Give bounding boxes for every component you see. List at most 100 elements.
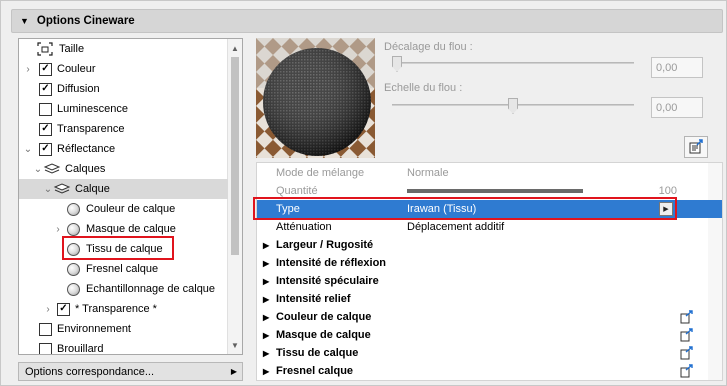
transparence-layer-checkbox[interactable]: ✓ bbox=[57, 302, 70, 316]
tree-item-brouillard[interactable]: Brouillard bbox=[19, 339, 228, 354]
chevron-down-icon[interactable]: ⌄ bbox=[33, 164, 43, 175]
tree-item-transparence[interactable]: ✓ Transparence bbox=[19, 119, 228, 139]
section-intensite-reflexion[interactable]: ▶ Intensité de réflexion bbox=[257, 254, 722, 272]
section-label: Intensité de réflexion bbox=[276, 257, 387, 269]
tree-item-label: Environnement bbox=[57, 323, 131, 335]
transparence-checkbox[interactable]: ✓ bbox=[39, 122, 52, 136]
chevron-right-icon[interactable]: › bbox=[23, 64, 33, 75]
chevron-down-icon[interactable]: ⌄ bbox=[43, 184, 53, 195]
section-label: Couleur de calque bbox=[276, 311, 372, 323]
triangle-right-icon[interactable]: ▶ bbox=[263, 313, 269, 322]
tree-item-label: Masque de calque bbox=[86, 223, 176, 235]
tree-item-reflectance[interactable]: ⌄ ✓ Réflectance bbox=[19, 139, 228, 159]
section-label: Intensité spéculaire bbox=[276, 275, 379, 287]
tree-item-couleur[interactable]: › ✓ Couleur bbox=[19, 59, 228, 79]
section-label: Tissu de calque bbox=[276, 347, 359, 359]
couleur-checkbox[interactable]: ✓ bbox=[39, 62, 52, 76]
chevron-right-icon[interactable]: › bbox=[43, 304, 53, 315]
panel-header[interactable]: ▼ Options Cineware bbox=[11, 9, 723, 33]
tree-item-diffusion[interactable]: ✓ Diffusion bbox=[19, 79, 228, 99]
layers-icon bbox=[43, 163, 61, 174]
triangle-right-icon[interactable]: ▶ bbox=[263, 295, 269, 304]
section-label: Largeur / Rugosité bbox=[276, 239, 374, 251]
link-icon[interactable] bbox=[680, 328, 693, 342]
section-fresnel-calque[interactable]: ▶ Fresnel calque bbox=[257, 362, 722, 380]
blur-offset-slider-thumb[interactable] bbox=[392, 56, 402, 72]
material-preview bbox=[256, 38, 375, 158]
blur-offset-label: Décalage du flou : bbox=[384, 41, 473, 53]
blur-offset-input[interactable]: 0,00 bbox=[651, 57, 703, 78]
tree-item-label: Calques bbox=[65, 163, 106, 175]
scroll-thumb[interactable] bbox=[231, 57, 239, 255]
collapse-triangle-icon[interactable]: ▼ bbox=[20, 16, 29, 26]
section-intensite-relief[interactable]: ▶ Intensité relief bbox=[257, 290, 722, 308]
export-button[interactable] bbox=[684, 136, 708, 158]
tree-item-taille[interactable]: Taille bbox=[19, 39, 228, 59]
brouillard-checkbox[interactable] bbox=[39, 342, 52, 354]
sphere-icon bbox=[67, 202, 80, 216]
blur-offset-slider[interactable] bbox=[392, 62, 634, 64]
sphere-icon bbox=[67, 222, 80, 236]
options-correspondance-dropdown[interactable]: Options correspondance... ▶ bbox=[18, 362, 243, 381]
tree-item-label: Transparence bbox=[57, 123, 125, 135]
panel-title: Options Cineware bbox=[36, 15, 135, 27]
triangle-right-icon[interactable]: ▶ bbox=[263, 367, 269, 376]
tree-item-label: Taille bbox=[59, 43, 85, 55]
triangle-right-icon[interactable]: ▶ bbox=[263, 331, 269, 340]
scroll-up-icon[interactable]: ▲ bbox=[228, 41, 242, 55]
tree-item-label: Diffusion bbox=[57, 83, 100, 95]
channel-tree: ▲ ▼ Taille › ✓ Couleur ✓ Diffusion Lumin… bbox=[18, 38, 243, 355]
quantity-bar[interactable] bbox=[407, 189, 583, 193]
triangle-right-icon[interactable]: ▶ bbox=[263, 277, 269, 286]
resize-icon bbox=[37, 42, 53, 56]
link-icon[interactable] bbox=[680, 364, 693, 378]
link-icon[interactable] bbox=[680, 310, 693, 324]
tree-item-label: Couleur bbox=[57, 63, 96, 75]
section-tissu-de-calque[interactable]: ▶ Tissu de calque bbox=[257, 344, 722, 362]
tree-item-environnement[interactable]: Environnement bbox=[19, 319, 228, 339]
triangle-right-icon[interactable]: ▶ bbox=[263, 349, 269, 358]
tree-item-fresnel-calque[interactable]: Fresnel calque bbox=[19, 259, 228, 279]
section-label: Masque de calque bbox=[276, 329, 371, 341]
diffusion-checkbox[interactable]: ✓ bbox=[39, 82, 52, 96]
section-label: Intensité relief bbox=[276, 293, 351, 305]
tree-item-label: Calque bbox=[75, 183, 110, 195]
prop-value[interactable]: Normale bbox=[407, 167, 449, 179]
prop-value[interactable]: Déplacement additif bbox=[407, 221, 504, 233]
prop-row-blend-mode[interactable]: Mode de mélange Normale bbox=[257, 164, 722, 182]
section-couleur-de-calque[interactable]: ▶ Couleur de calque bbox=[257, 308, 722, 326]
tree-item-calques[interactable]: ⌄ Calques bbox=[19, 159, 228, 179]
export-icon bbox=[689, 139, 703, 154]
luminescence-checkbox[interactable] bbox=[39, 102, 52, 116]
triangle-right-icon[interactable]: ▶ bbox=[263, 259, 269, 268]
triangle-right-icon[interactable]: ▶ bbox=[263, 241, 269, 250]
prop-label: Quantité bbox=[276, 185, 318, 197]
prop-row-attenuation[interactable]: Atténuation Déplacement additif bbox=[257, 218, 722, 236]
chevron-right-icon[interactable]: › bbox=[53, 224, 63, 235]
section-label: Fresnel calque bbox=[276, 365, 354, 377]
section-intensite-speculaire[interactable]: ▶ Intensité spéculaire bbox=[257, 272, 722, 290]
tree-item-label: Couleur de calque bbox=[86, 203, 176, 215]
tree-item-luminescence[interactable]: Luminescence bbox=[19, 99, 228, 119]
sphere-icon bbox=[67, 282, 80, 296]
section-largeur-rugosite[interactable]: ▶ Largeur / Rugosité bbox=[257, 236, 722, 254]
blur-scale-slider-thumb[interactable] bbox=[508, 98, 518, 114]
tree-scrollbar[interactable]: ▲ ▼ bbox=[227, 39, 242, 354]
section-masque-de-calque[interactable]: ▶ Masque de calque bbox=[257, 326, 722, 344]
blur-scale-input[interactable]: 0,00 bbox=[651, 97, 703, 118]
dropdown-label: Options correspondance... bbox=[25, 365, 155, 378]
chevron-down-icon[interactable]: ⌄ bbox=[23, 144, 33, 155]
link-icon[interactable] bbox=[680, 346, 693, 360]
tree-item-label: Luminescence bbox=[57, 103, 128, 115]
sphere-icon bbox=[67, 262, 80, 276]
tree-item-transparence-layer[interactable]: › ✓ * Transparence * bbox=[19, 299, 228, 319]
tree-item-echantillonnage-de-calque[interactable]: Echantillonnage de calque bbox=[19, 279, 228, 299]
callout-tissu-de-calque bbox=[62, 236, 174, 260]
reflectance-checkbox[interactable]: ✓ bbox=[39, 142, 52, 156]
tree-item-couleur-de-calque[interactable]: Couleur de calque bbox=[19, 199, 228, 219]
tree-item-calque[interactable]: ⌄ Calque bbox=[19, 179, 228, 199]
scroll-down-icon[interactable]: ▼ bbox=[228, 338, 242, 352]
cineware-options-panel: ▼ Options Cineware ▲ ▼ Taille › ✓ Couleu… bbox=[0, 0, 727, 386]
prop-label: Atténuation bbox=[276, 221, 332, 233]
environnement-checkbox[interactable] bbox=[39, 322, 52, 336]
